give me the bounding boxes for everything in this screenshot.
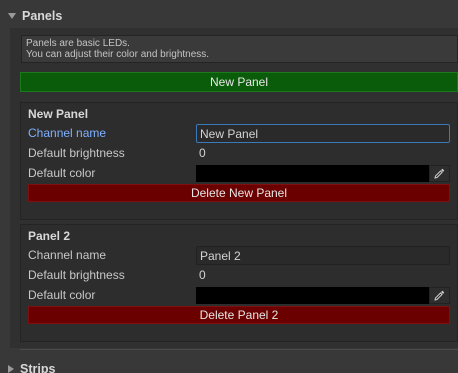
strips-section-title: Strips	[20, 362, 56, 373]
default-color-label: Default color	[28, 288, 96, 302]
channel-name-input[interactable]: Panel 2	[196, 246, 450, 265]
panels-section-title: Panels	[22, 9, 63, 23]
panels-help-box: Panels are basic LEDs. You can adjust th…	[21, 35, 458, 63]
channel-name-label: Channel name	[28, 126, 107, 140]
foldout-expanded-icon[interactable]	[8, 13, 16, 19]
panel-item	[20, 224, 458, 342]
default-brightness-label: Default brightness	[28, 268, 125, 282]
channel-name-label: Channel name	[28, 248, 107, 262]
section-divider	[20, 349, 458, 350]
channel-name-input[interactable]: New Panel	[196, 124, 450, 143]
default-brightness-field[interactable]: 0	[199, 146, 206, 160]
eyedropper-icon	[434, 290, 445, 301]
default-color-field[interactable]	[196, 287, 429, 304]
default-color-label: Default color	[28, 166, 96, 180]
help-text-line-1: Panels are basic LEDs.	[26, 38, 130, 49]
help-text-line-2: You can adjust their color and brightnes…	[26, 49, 210, 60]
color-picker-button[interactable]	[429, 287, 450, 304]
foldout-collapsed-icon[interactable]	[8, 365, 14, 373]
panel-title: New Panel	[28, 107, 89, 121]
default-brightness-field[interactable]: 0	[199, 268, 206, 282]
eyedropper-icon	[434, 168, 445, 179]
strips-foldout-header[interactable]: Strips	[0, 358, 458, 373]
default-brightness-label: Default brightness	[28, 146, 125, 160]
delete-panel-button[interactable]: Delete Panel 2	[28, 306, 450, 324]
delete-panel-button[interactable]: Delete New Panel	[28, 184, 450, 202]
panels-foldout-header[interactable]: Panels	[0, 5, 458, 27]
panel-title: Panel 2	[28, 229, 71, 243]
default-color-field[interactable]	[196, 165, 429, 182]
new-panel-button[interactable]: New Panel	[20, 72, 458, 92]
color-picker-button[interactable]	[429, 165, 450, 182]
